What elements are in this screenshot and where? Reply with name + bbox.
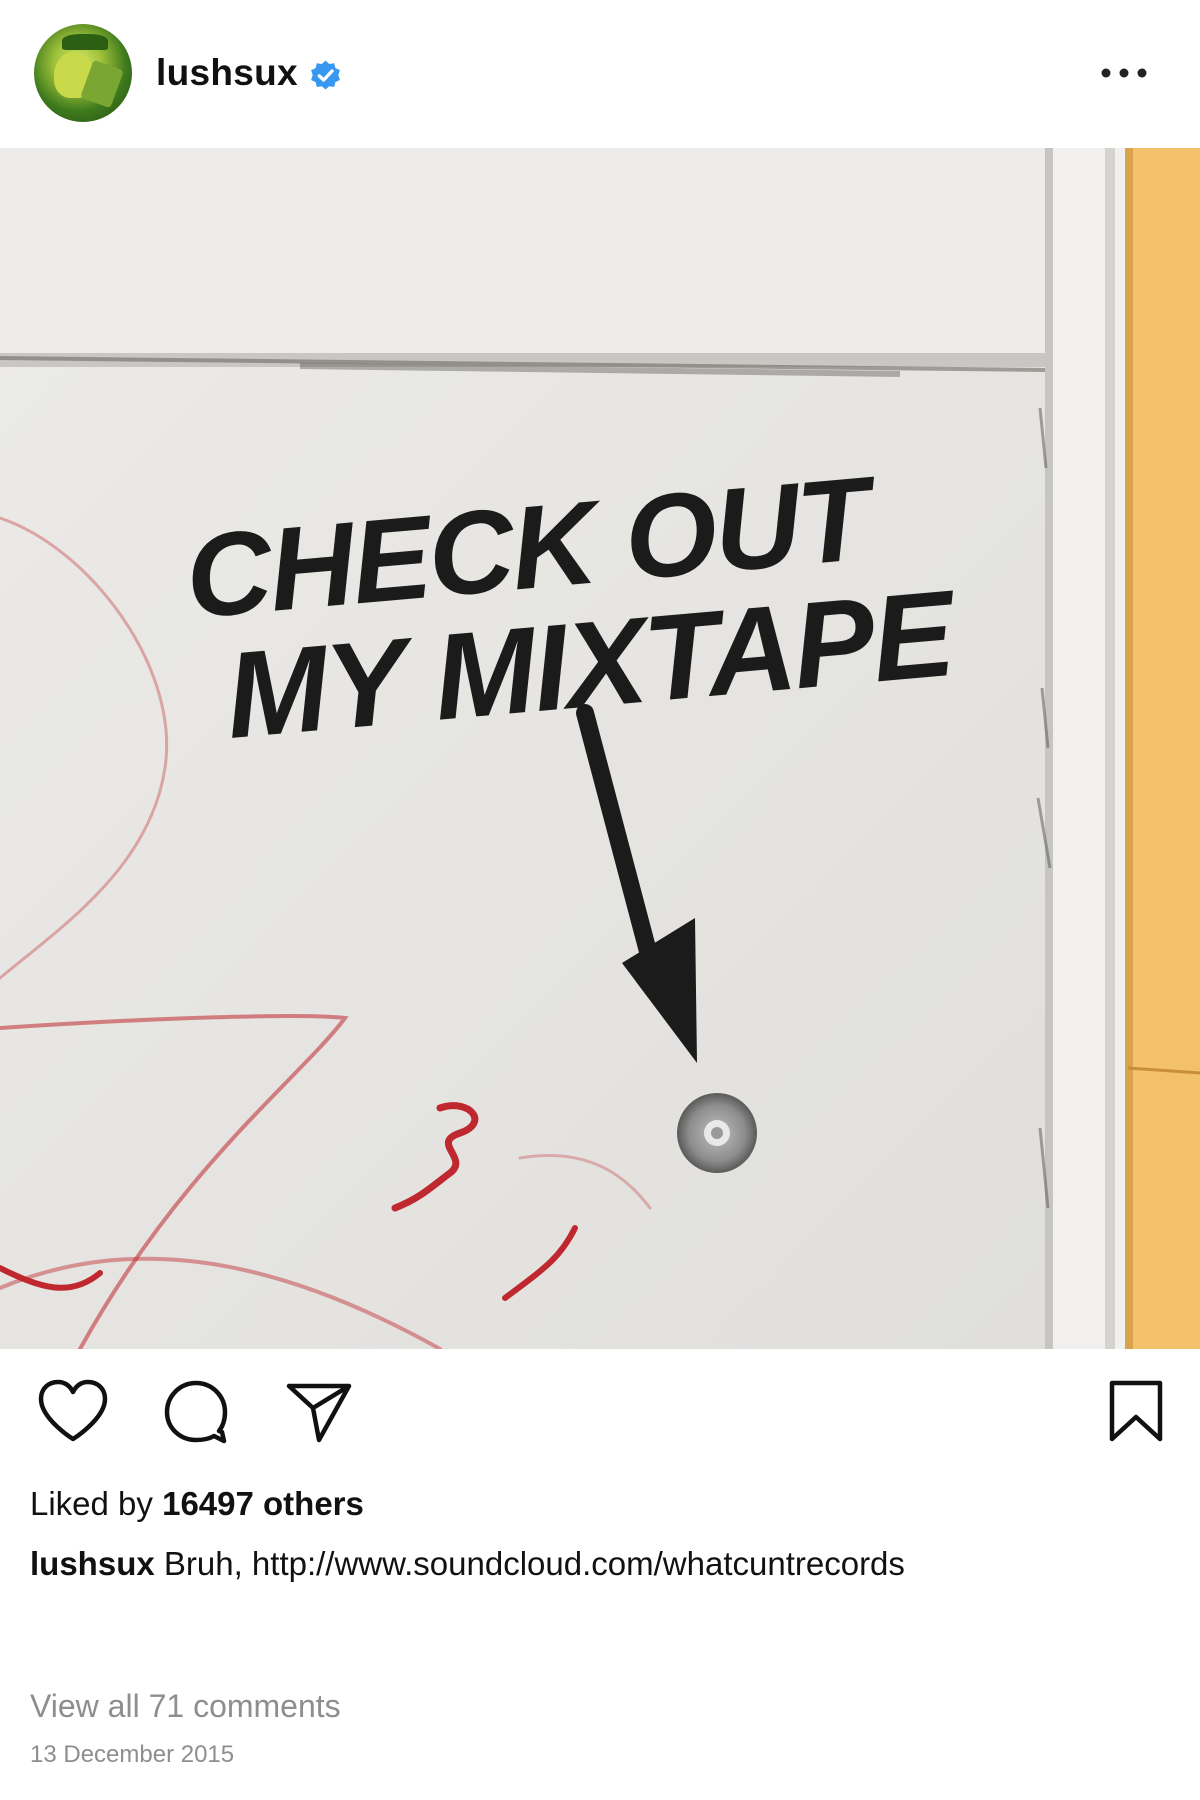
post-header: lushsux — [0, 0, 1200, 148]
post-username[interactable]: lushsux — [156, 52, 298, 94]
likes-count[interactable]: 16497 others — [162, 1485, 364, 1522]
more-options-icon[interactable] — [1098, 58, 1150, 88]
caption-text: Bruh, http://www.soundcloud.com/whatcunt… — [163, 1545, 905, 1582]
share-icon[interactable] — [285, 1381, 353, 1443]
heart-icon[interactable] — [37, 1379, 109, 1443]
caption-username[interactable]: lushsux — [30, 1545, 155, 1582]
comment-icon[interactable] — [163, 1379, 229, 1445]
likes-line: Liked by 16497 others — [30, 1485, 364, 1523]
post-image[interactable]: CHECK OUT MY MIXTAPE — [0, 148, 1200, 1349]
action-bar — [0, 1349, 1200, 1469]
bookmark-icon[interactable] — [1108, 1379, 1164, 1443]
caption: lushsux Bruh, http://www.soundcloud.com/… — [30, 1545, 905, 1583]
view-comments-link[interactable]: View all 71 comments — [30, 1688, 341, 1725]
verified-badge-icon — [311, 60, 340, 90]
likes-prefix: Liked by — [30, 1485, 153, 1522]
avatar[interactable] — [34, 24, 132, 122]
post-date: 13 December 2015 — [30, 1741, 235, 1768]
